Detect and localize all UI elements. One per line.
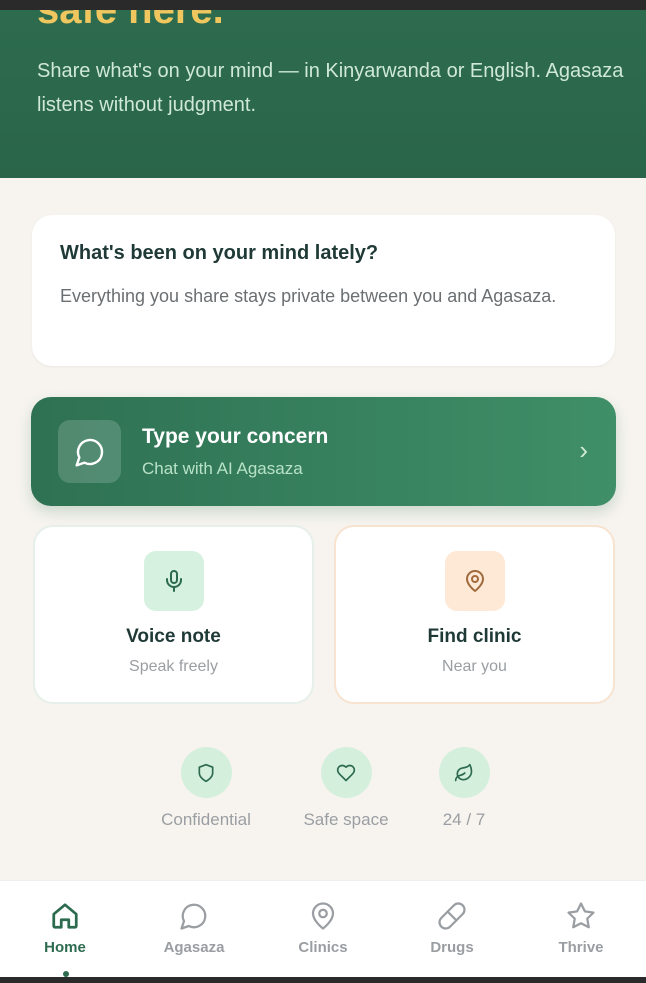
- map-pin-icon: [273, 899, 373, 933]
- map-pin-icon: [444, 551, 505, 611]
- nav-item-home[interactable]: Home: [15, 899, 115, 956]
- pill-icon: [402, 899, 502, 933]
- prompt-body: Everything you share stays private betwe…: [60, 286, 557, 306]
- prompt-card: What's been on your mind lately? Everyth…: [32, 215, 615, 366]
- badge-label: Confidential: [161, 810, 251, 829]
- cta-subtitle: Chat with AI Agasaza: [142, 459, 303, 478]
- bottom-navigation: Home Agasaza Clinics Drugs Thrive: [0, 880, 646, 977]
- nav-label: Drugs: [430, 939, 474, 956]
- voice-note-subtitle: Speak freely: [129, 658, 218, 675]
- chat-bubble-icon: [144, 899, 244, 933]
- hero-subtitle: Share what's on your mind — in Kinyarwan…: [37, 60, 624, 116]
- find-clinic-subtitle: Near you: [442, 658, 507, 675]
- badge-label: 24 / 7: [442, 810, 486, 829]
- chat-bubble-icon: [58, 420, 121, 483]
- nav-label: Home: [44, 939, 86, 956]
- type-concern-button[interactable]: Type your concern Chat with AI Agasaza ›: [31, 397, 616, 506]
- heart-icon: [320, 747, 372, 798]
- nav-item-clinics[interactable]: Clinics: [273, 899, 373, 956]
- badge-confidential: Confidential: [136, 747, 276, 830]
- find-clinic-title: Find clinic: [427, 626, 522, 647]
- star-icon: [531, 899, 631, 933]
- prompt-heading: What's been on your mind lately?: [60, 242, 379, 264]
- hero-title: safe here.: [37, 10, 224, 32]
- find-clinic-button[interactable]: Find clinic Near you: [334, 525, 615, 704]
- home-icon: [15, 899, 115, 933]
- microphone-icon: [143, 551, 204, 611]
- nav-label: Clinics: [298, 939, 348, 956]
- hero-banner: safe here. Share what's on your mind — i…: [0, 10, 646, 178]
- window-top-edge: [0, 0, 646, 10]
- window-bottom-edge: [0, 977, 646, 983]
- leaf-icon: [438, 747, 490, 798]
- shield-icon: [180, 747, 232, 798]
- cta-title: Type your concern: [142, 425, 329, 448]
- voice-note-button[interactable]: Voice note Speak freely: [33, 525, 314, 704]
- nav-item-drugs[interactable]: Drugs: [402, 899, 502, 956]
- nav-label: Thrive: [558, 939, 604, 956]
- nav-label: Agasaza: [163, 939, 225, 956]
- nav-item-thrive[interactable]: Thrive: [531, 899, 631, 956]
- voice-note-title: Voice note: [126, 626, 221, 647]
- nav-item-agasaza[interactable]: Agasaza: [144, 899, 244, 956]
- badge-24-7: 24 / 7: [394, 747, 534, 830]
- chevron-right-icon: ›: [579, 435, 588, 465]
